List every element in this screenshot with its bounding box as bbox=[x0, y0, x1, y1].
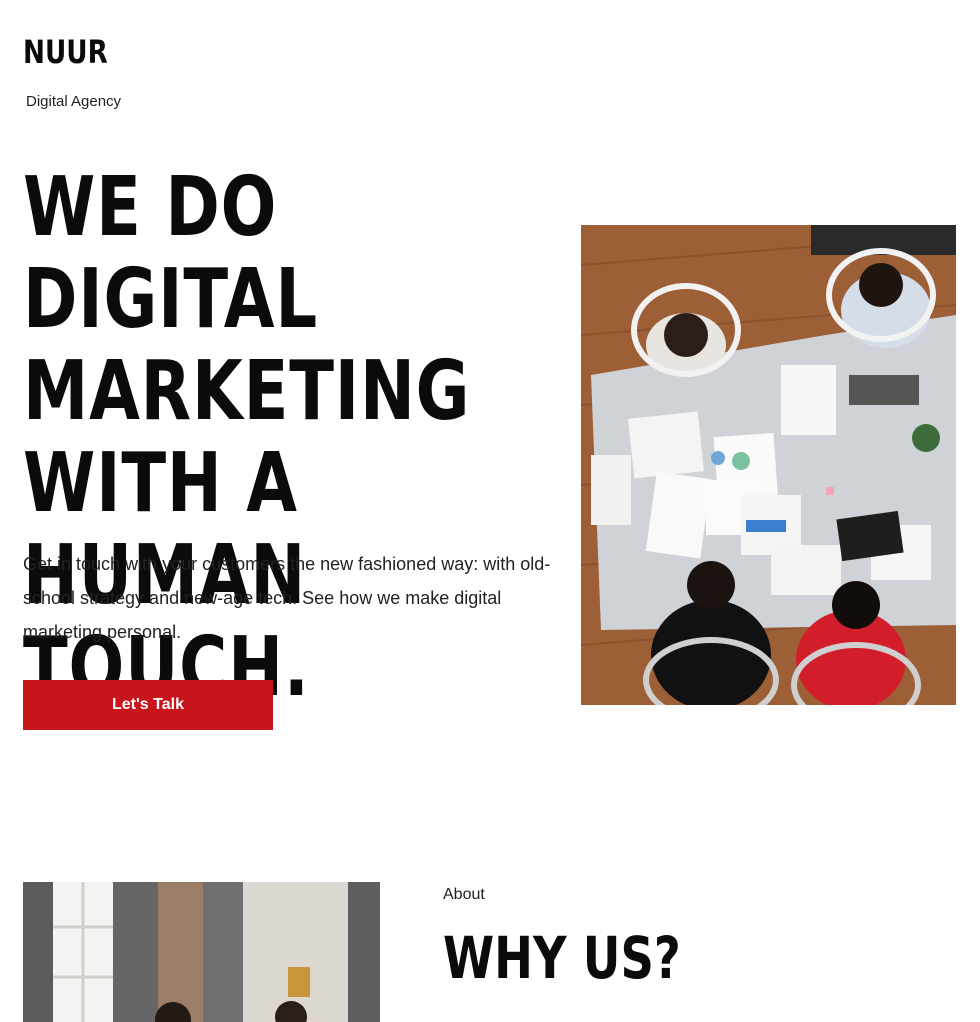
hero-team-photo bbox=[581, 225, 956, 705]
lets-talk-button[interactable]: Let's Talk bbox=[23, 680, 273, 730]
brand-tagline: Digital Agency bbox=[26, 93, 122, 110]
brand-logo[interactable]: NUUR bbox=[23, 33, 108, 71]
hero-title-line: MARKETING bbox=[23, 344, 471, 439]
about-section-label: About bbox=[443, 886, 485, 903]
hero-title-line: WE DO DIGITAL bbox=[23, 160, 318, 347]
hero-description: Get in touch with your customers the new… bbox=[23, 554, 551, 642]
about-section-title: WHY US? bbox=[443, 924, 681, 992]
about-office-photo bbox=[23, 882, 380, 1022]
